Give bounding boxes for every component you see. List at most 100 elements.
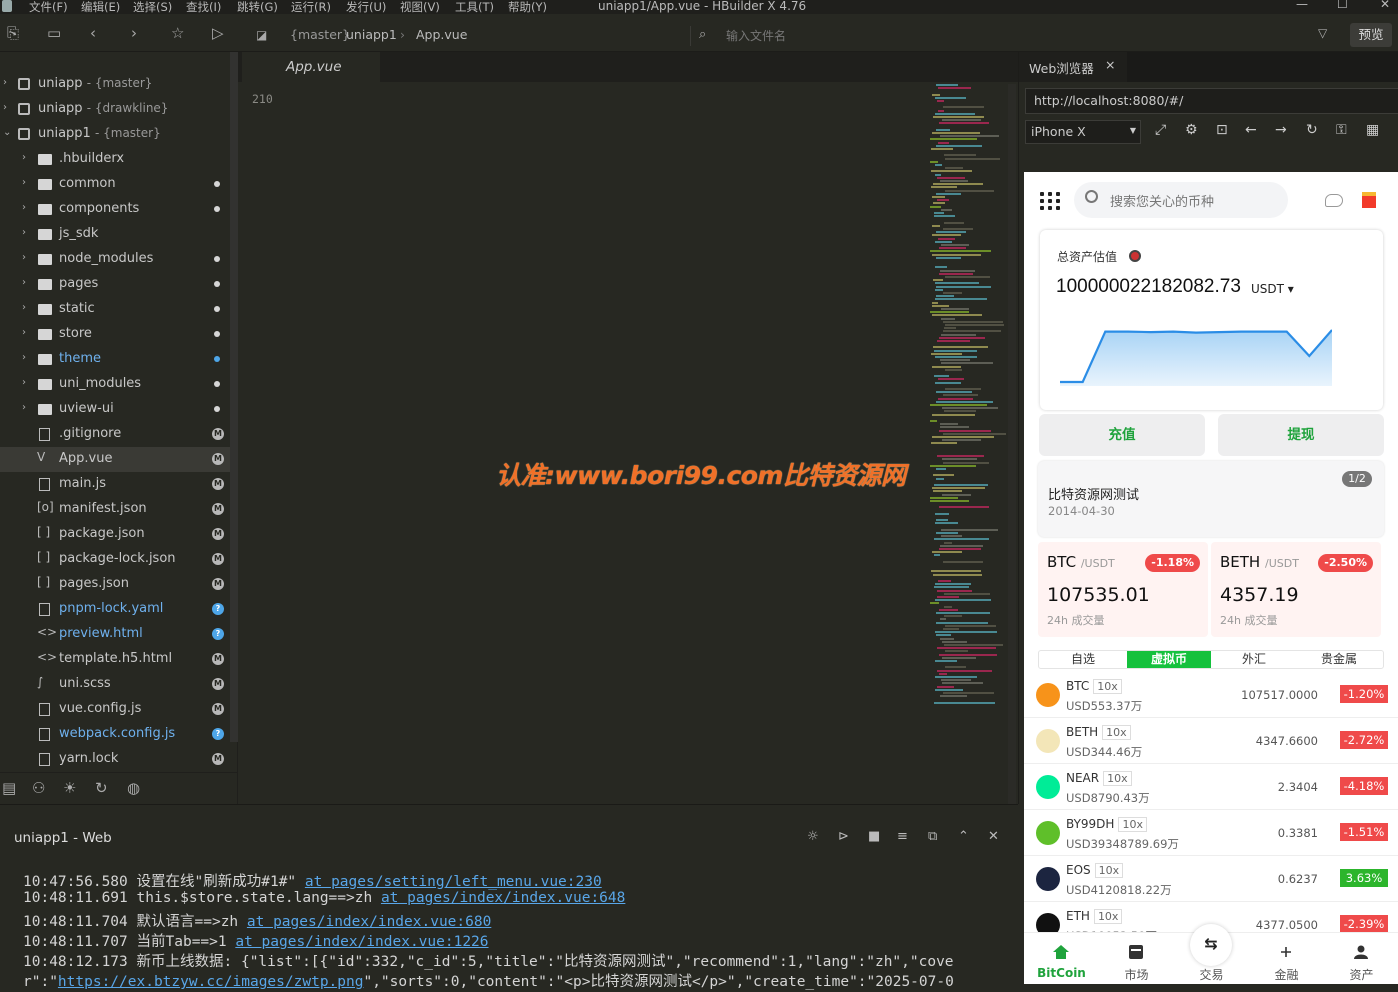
tree-item[interactable]: › store	[0, 322, 230, 347]
market-row[interactable]: BTC 10x USD553.37万 107517.0000 -1.20%	[1024, 672, 1398, 718]
gift-icon[interactable]	[1362, 192, 1376, 208]
tree-item[interactable]: › uview-ui	[0, 397, 230, 422]
forward-icon[interactable]: ›	[131, 24, 137, 42]
new-file-icon[interactable]: ⎘	[7, 24, 19, 42]
star-icon[interactable]: ☆	[171, 24, 184, 42]
menu-publish[interactable]: 发行(U)	[346, 0, 386, 15]
market-row[interactable]: EOS 10x USD4120818.22万 0.6237 3.63%	[1024, 856, 1398, 902]
nav-assets[interactable]: 资产	[1324, 933, 1398, 984]
nav-back-icon[interactable]: ←	[1245, 122, 1257, 138]
editor-scrollbar[interactable]	[1008, 84, 1016, 804]
filter-log-icon[interactable]: ≡	[897, 829, 908, 844]
plugin-icon[interactable]: ⚇	[32, 779, 45, 797]
tree-item[interactable]: › theme	[0, 347, 230, 372]
device-select[interactable]: iPhone X ▼	[1025, 120, 1141, 144]
nav-market[interactable]: 市场	[1099, 933, 1174, 984]
tab-app-vue[interactable]: App.vue	[242, 52, 380, 82]
maximize-icon[interactable]: ☐	[1337, 0, 1348, 11]
source-control-icon[interactable]: ↻	[95, 779, 108, 797]
menu-file[interactable]: 文件(F)	[29, 0, 68, 15]
file-search[interactable]: ⌕ 输入文件名	[690, 26, 1330, 46]
menu-find[interactable]: 查找(I)	[186, 0, 221, 15]
tree-item[interactable]: <> template.h5.html M	[0, 647, 230, 672]
tree-item[interactable]: › js_sdk	[0, 222, 230, 247]
market-row[interactable]: NEAR 10x USD8790.43万 2.3404 -4.18%	[1024, 764, 1398, 810]
tab-web-browser[interactable]: Web浏览器 ×	[1019, 52, 1127, 82]
tree-item[interactable]: › components	[0, 197, 230, 222]
console-link[interactable]: at pages/index/index.vue:648	[381, 890, 625, 906]
screenshot-icon[interactable]: ⤢	[1155, 122, 1166, 138]
chat-icon[interactable]	[1325, 194, 1343, 207]
tree-item[interactable]: yarn.lock M	[0, 747, 230, 772]
menu-view[interactable]: 视图(V)	[400, 0, 440, 15]
project-1[interactable]: › uniapp - {drawkline}	[0, 97, 230, 122]
console-link[interactable]: https://ex.btzyw.cc/images/zwtp.png	[58, 974, 364, 990]
explorer-icon[interactable]: ▤	[2, 779, 16, 797]
tree-item[interactable]: .gitignore M	[0, 422, 230, 447]
asset-currency-select[interactable]: USDT ▾	[1251, 282, 1294, 296]
tree-item[interactable]: V App.vue M	[0, 447, 230, 472]
menu-help[interactable]: 帮助(Y)	[508, 0, 547, 15]
tree-item[interactable]: [ ] pages.json M	[0, 572, 230, 597]
eye-icon[interactable]	[1129, 250, 1141, 262]
tab-favorites[interactable]: 自选	[1041, 651, 1125, 668]
back-icon[interactable]: ‹	[90, 24, 96, 42]
console-link[interactable]: at pages/index/index.vue:680	[247, 914, 491, 930]
tree-item[interactable]: › common	[0, 172, 230, 197]
save-icon[interactable]: ▭	[47, 24, 61, 42]
tree-item[interactable]: [ ] package.json M	[0, 522, 230, 547]
url-input[interactable]: http://localhost:8080/#/	[1025, 88, 1398, 114]
tree-item[interactable]: › uni_modules	[0, 372, 230, 397]
market-row[interactable]: BETH 10x USD344.46万 4347.6600 -2.72%	[1024, 718, 1398, 764]
tree-item[interactable]: › pages	[0, 272, 230, 297]
sidebar-scrollbar[interactable]	[230, 52, 238, 742]
refresh-icon[interactable]: ↻	[1306, 122, 1318, 138]
tree-item[interactable]: › static	[0, 297, 230, 322]
extension-icon[interactable]: ◍	[127, 779, 140, 797]
tree-item[interactable]: ∫ uni.scss M	[0, 672, 230, 697]
minimap[interactable]	[926, 84, 1008, 712]
market-row[interactable]: BY99DH 10x USD39348789.69万 0.3381 -1.51%	[1024, 810, 1398, 856]
nav-forward-icon[interactable]: →	[1275, 122, 1287, 138]
withdraw-button[interactable]: 提现	[1218, 414, 1384, 456]
tree-item[interactable]: pnpm-lock.yaml?	[0, 597, 230, 622]
close-tab-icon[interactable]: ×	[1105, 57, 1115, 72]
tab-metals[interactable]: 贵金属	[1297, 651, 1381, 668]
menu-edit[interactable]: 编辑(E)	[81, 0, 120, 15]
console-link[interactable]: at pages/index/index.vue:1226	[235, 934, 488, 950]
project-0[interactable]: › uniapp - {master}	[0, 72, 230, 97]
nav-finance[interactable]: 金融	[1249, 933, 1324, 984]
preview-button[interactable]: 预览	[1350, 23, 1392, 47]
tree-item[interactable]: [o] manifest.json M	[0, 497, 230, 522]
breadcrumb-project[interactable]: uniapp1	[346, 27, 397, 42]
console-link[interactable]: at pages/setting/left_menu.vue:230	[305, 874, 602, 890]
ticker-card-beth[interactable]: BETH /USDT -2.50% 4357.19 24h 成交量	[1211, 542, 1381, 637]
tree-item[interactable]: webpack.config.js?	[0, 722, 230, 747]
menu-run[interactable]: 运行(R)	[291, 0, 331, 15]
settings-gear-icon[interactable]: ⚙	[1185, 122, 1198, 138]
tree-item[interactable]: main.js M	[0, 472, 230, 497]
menu-tools[interactable]: 工具(T)	[455, 0, 494, 15]
close-window-icon[interactable]: ✕	[1380, 0, 1390, 11]
news-banner[interactable]: 比特资源网测试 2014-04-30 1/2	[1038, 461, 1384, 537]
debug-icon[interactable]: ☀	[63, 779, 76, 797]
trade-swap-icon[interactable]: ⇆	[1190, 924, 1232, 966]
tree-item[interactable]: [ ] package-lock.json M	[0, 547, 230, 572]
tree-item[interactable]: <> preview.html?	[0, 622, 230, 647]
tab-crypto[interactable]: 虚拟币	[1127, 651, 1211, 668]
collapse-up-icon[interactable]: ⌃	[958, 829, 969, 844]
console-icon[interactable]: ⊡	[1216, 122, 1228, 138]
coin-search-input[interactable]: 搜索您关心的币种	[1074, 182, 1288, 218]
apps-grid-icon[interactable]	[1040, 192, 1062, 210]
menu-goto[interactable]: 跳转(G)	[237, 0, 278, 15]
lock-icon[interactable]: ⚿	[1336, 122, 1347, 138]
menu-select[interactable]: 选择(S)	[133, 0, 172, 15]
nav-bitcoin[interactable]: BitCoin	[1024, 933, 1099, 984]
stop-icon[interactable]: ■	[868, 829, 880, 844]
breadcrumb-file[interactable]: App.vue	[416, 27, 467, 42]
tree-item[interactable]: vue.config.js M	[0, 697, 230, 722]
tree-item[interactable]: › .hbuilderx	[0, 147, 230, 172]
debug-bug-icon[interactable]: ☼	[807, 829, 819, 844]
deposit-button[interactable]: 充值	[1039, 414, 1205, 456]
ticker-card-btc[interactable]: BTC /USDT -1.18% 107535.01 24h 成交量	[1038, 542, 1208, 637]
